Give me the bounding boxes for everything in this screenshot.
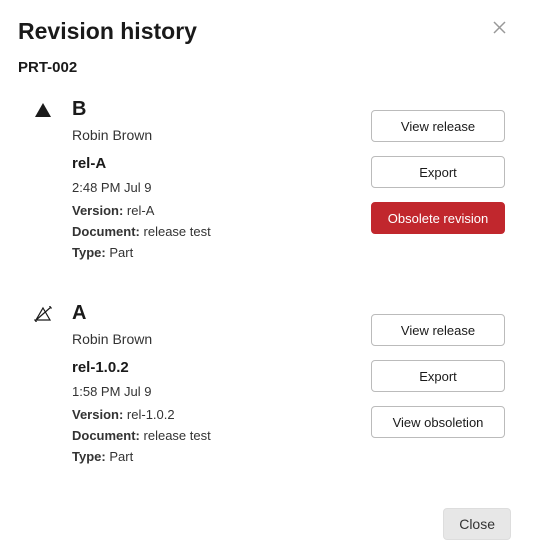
- version-label: Version:: [72, 407, 123, 422]
- revision-timestamp: 2:48 PM Jul 9: [72, 180, 353, 195]
- revision-actions: View release Export View obsoletion: [371, 302, 505, 470]
- revision-type: Type: Part: [72, 449, 353, 464]
- revision-version: Version: rel-1.0.2: [72, 407, 353, 422]
- revision-release-name: rel-A: [72, 155, 353, 172]
- revision-letter: A: [72, 302, 353, 325]
- revision-list-scroll[interactable]: B Robin Brown rel-A 2:48 PM Jul 9 Versio…: [18, 86, 511, 500]
- version-label: Version:: [72, 203, 123, 218]
- type-value: Part: [109, 449, 133, 464]
- version-value: rel-1.0.2: [127, 407, 175, 422]
- revision-row: B Robin Brown rel-A 2:48 PM Jul 9 Versio…: [18, 98, 505, 302]
- revision-row: A Robin Brown rel-1.0.2 1:58 PM Jul 9 Ve…: [18, 302, 505, 500]
- part-number: PRT-002: [18, 59, 511, 76]
- type-label: Type:: [72, 449, 106, 464]
- revision-document: Document: release test: [72, 224, 353, 239]
- version-value: rel-A: [127, 203, 154, 218]
- close-button[interactable]: Close: [443, 508, 511, 540]
- view-obsoletion-button[interactable]: View obsoletion: [371, 406, 505, 438]
- type-value: Part: [109, 245, 133, 260]
- obsolete-revision-icon: [34, 302, 54, 470]
- close-icon[interactable]: [488, 18, 511, 37]
- current-revision-icon: [34, 98, 54, 266]
- revision-type: Type: Part: [72, 245, 353, 260]
- type-label: Type:: [72, 245, 106, 260]
- revision-info: A Robin Brown rel-1.0.2 1:58 PM Jul 9 Ve…: [72, 302, 353, 470]
- view-release-button[interactable]: View release: [371, 110, 505, 142]
- document-label: Document:: [72, 428, 140, 443]
- revision-timestamp: 1:58 PM Jul 9: [72, 384, 353, 399]
- dialog-header: Revision history: [18, 18, 511, 59]
- view-release-button[interactable]: View release: [371, 314, 505, 346]
- revision-document: Document: release test: [72, 428, 353, 443]
- revision-version: Version: rel-A: [72, 203, 353, 218]
- document-value: release test: [144, 428, 211, 443]
- dialog-footer: Close: [18, 500, 511, 540]
- export-button[interactable]: Export: [371, 360, 505, 392]
- revision-author: Robin Brown: [72, 127, 353, 143]
- revision-letter: B: [72, 98, 353, 121]
- revision-author: Robin Brown: [72, 331, 353, 347]
- export-button[interactable]: Export: [371, 156, 505, 188]
- revision-info: B Robin Brown rel-A 2:48 PM Jul 9 Versio…: [72, 98, 353, 266]
- dialog-title: Revision history: [18, 18, 197, 45]
- revision-history-dialog: Revision history PRT-002 B Robin Brown r…: [0, 0, 533, 554]
- revision-release-name: rel-1.0.2: [72, 359, 353, 376]
- obsolete-revision-button[interactable]: Obsolete revision: [371, 202, 505, 234]
- document-label: Document:: [72, 224, 140, 239]
- document-value: release test: [144, 224, 211, 239]
- revision-actions: View release Export Obsolete revision: [371, 98, 505, 266]
